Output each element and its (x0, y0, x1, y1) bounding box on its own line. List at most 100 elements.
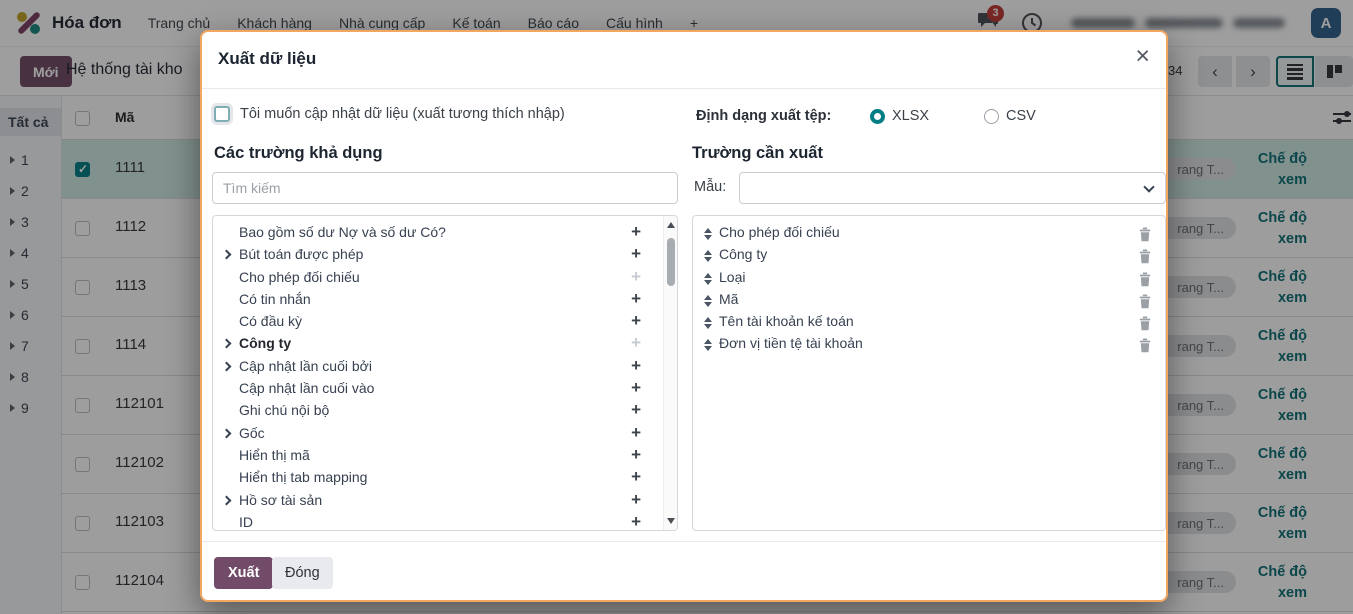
add-field-icon[interactable]: + (631, 445, 641, 465)
trash-icon (1139, 272, 1151, 287)
add-field-icon[interactable]: + (631, 467, 641, 487)
export-format-label: Định dạng xuất tệp: (696, 108, 831, 124)
chevron-down-icon (1143, 181, 1154, 192)
available-field-row[interactable]: Có tin nhắn + (213, 289, 677, 311)
csv-label[interactable]: CSV (1006, 108, 1036, 124)
drag-handle-icon[interactable] (703, 228, 713, 242)
export-field-row[interactable]: Cho phép đối chiếu (703, 224, 1165, 246)
export-field-label: Loại (719, 269, 745, 285)
export-dialog: Xuất dữ liệu × Tôi muốn cập nhật dữ liệu… (200, 30, 1168, 602)
csv-radio[interactable] (984, 109, 999, 124)
expand-caret-icon[interactable] (222, 428, 232, 438)
remove-field-button[interactable] (1139, 272, 1151, 292)
field-label: ID (239, 514, 253, 530)
available-field-row[interactable]: Hiển thị tab mapping + (213, 467, 677, 489)
field-label: Có tin nhắn (239, 291, 311, 307)
available-field-row[interactable]: Hiển thị mã + (213, 445, 677, 467)
close-icon[interactable]: × (1135, 44, 1150, 69)
add-field-icon[interactable]: + (631, 490, 641, 510)
available-field-row[interactable]: ID + (213, 512, 677, 531)
xlsx-radio[interactable] (870, 109, 885, 124)
field-label: Cập nhật lần cuối vào (239, 380, 374, 396)
expand-caret-icon[interactable] (222, 250, 232, 260)
available-field-row[interactable]: Gốc + (213, 423, 677, 445)
available-field-row[interactable]: Bút toán được phép + (213, 244, 677, 266)
export-field-row[interactable]: Mã (703, 291, 1165, 313)
add-field-icon[interactable]: + (631, 512, 641, 531)
export-fields-box: Cho phép đối chiếu Công ty (692, 215, 1166, 531)
add-field-icon[interactable]: + (631, 423, 641, 443)
expand-caret-icon[interactable] (222, 339, 232, 349)
field-label: Gốc (239, 425, 265, 441)
update-data-label[interactable]: Tôi muốn cập nhật dữ liệu (xuất tương th… (240, 106, 565, 122)
dialog-header: Xuất dữ liệu × (202, 32, 1166, 89)
add-field-icon[interactable]: + (631, 311, 641, 331)
scrollbar-thumb[interactable] (667, 238, 675, 286)
trash-icon (1139, 227, 1151, 242)
field-label: Hồ sơ tài sản (239, 492, 322, 508)
remove-field-button[interactable] (1139, 249, 1151, 269)
available-fields-box: Bao gồm số dư Nợ và số dư Có? + Bút toán… (212, 215, 678, 531)
trash-icon (1139, 294, 1151, 309)
drag-handle-icon[interactable] (703, 339, 713, 353)
field-label: Cho phép đối chiếu (239, 269, 360, 285)
expand-caret-icon[interactable] (222, 495, 232, 505)
dialog-title: Xuất dữ liệu (218, 49, 316, 69)
field-label: Bao gồm số dư Nợ và số dư Có? (239, 224, 446, 240)
scroll-down-icon[interactable] (667, 518, 675, 524)
available-field-row[interactable]: Công ty + (213, 333, 677, 355)
export-fields-title: Trường cần xuất (692, 144, 823, 163)
close-button[interactable]: Đóng (272, 557, 333, 589)
drag-handle-icon[interactable] (703, 295, 713, 309)
add-field-icon[interactable]: + (631, 244, 641, 264)
drag-handle-icon[interactable] (703, 273, 713, 287)
trash-icon (1139, 338, 1151, 353)
add-field-icon[interactable]: + (631, 400, 641, 420)
add-field-icon[interactable]: + (631, 333, 641, 353)
export-field-row[interactable]: Loại (703, 269, 1165, 291)
export-field-label: Đơn vị tiền tệ tài khoản (719, 335, 863, 351)
add-field-icon[interactable]: + (631, 356, 641, 376)
export-field-row[interactable]: Đơn vị tiền tệ tài khoản (703, 335, 1165, 357)
dialog-footer: Xuất Đóng (202, 541, 1166, 602)
available-field-row[interactable]: Có đầu kỳ + (213, 311, 677, 333)
add-field-icon[interactable]: + (631, 378, 641, 398)
available-fields-list: Bao gồm số dư Nợ và số dư Có? + Bút toán… (213, 216, 677, 531)
add-field-icon[interactable]: + (631, 267, 641, 287)
expand-caret-icon[interactable] (222, 361, 232, 371)
field-label: Hiển thị mã (239, 447, 310, 463)
template-select[interactable] (739, 172, 1166, 204)
search-input[interactable] (212, 172, 678, 204)
remove-field-button[interactable] (1139, 294, 1151, 314)
remove-field-button[interactable] (1139, 316, 1151, 336)
export-field-label: Cho phép đối chiếu (719, 224, 840, 240)
export-field-label: Công ty (719, 246, 767, 262)
template-label: Mẫu: (694, 179, 726, 195)
export-field-label: Tên tài khoản kế toán (719, 313, 854, 329)
field-label: Ghi chú nội bộ (239, 402, 329, 418)
available-fields-title: Các trường khả dụng (214, 144, 383, 163)
add-field-icon[interactable]: + (631, 222, 641, 242)
update-data-checkbox[interactable] (214, 106, 230, 122)
available-field-row[interactable]: Hồ sơ tài sản + (213, 490, 677, 512)
drag-handle-icon[interactable] (703, 250, 713, 264)
export-field-row[interactable]: Tên tài khoản kế toán (703, 313, 1165, 335)
drag-handle-icon[interactable] (703, 317, 713, 331)
available-field-row[interactable]: Cập nhật lần cuối bởi + (213, 356, 677, 378)
export-button[interactable]: Xuất (214, 557, 273, 589)
xlsx-label[interactable]: XLSX (892, 108, 929, 124)
available-field-row[interactable]: Cho phép đối chiếu + (213, 267, 677, 289)
available-field-row[interactable]: Bao gồm số dư Nợ và số dư Có? + (213, 222, 677, 244)
scroll-up-icon[interactable] (667, 222, 675, 228)
export-fields-list: Cho phép đối chiếu Công ty (693, 216, 1165, 358)
field-label: Bút toán được phép (239, 246, 363, 262)
remove-field-button[interactable] (1139, 227, 1151, 247)
available-field-row[interactable]: Ghi chú nội bộ + (213, 400, 677, 422)
available-field-row[interactable]: Cập nhật lần cuối vào + (213, 378, 677, 400)
remove-field-button[interactable] (1139, 338, 1151, 358)
add-field-icon[interactable]: + (631, 289, 641, 309)
export-field-row[interactable]: Công ty (703, 246, 1165, 268)
field-label: Công ty (239, 335, 291, 351)
scrollbar[interactable] (663, 216, 677, 530)
trash-icon (1139, 249, 1151, 264)
